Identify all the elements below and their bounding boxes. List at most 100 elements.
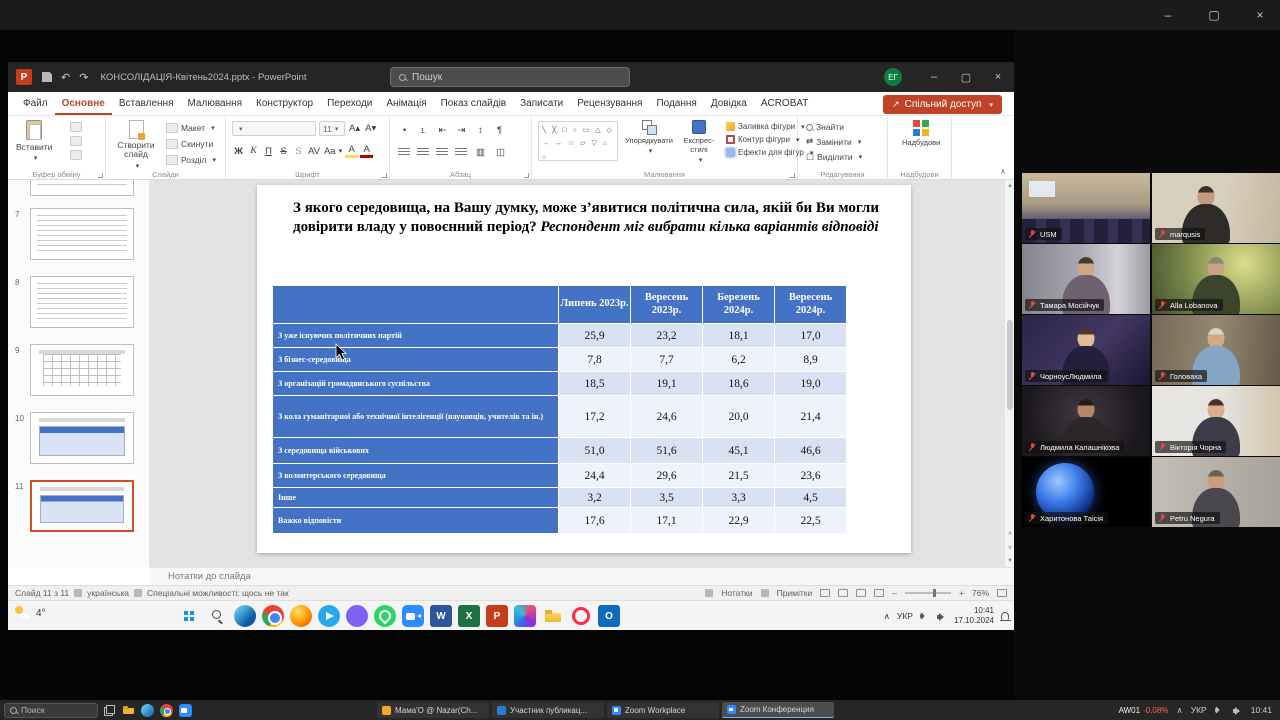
find-button[interactable]: Знайти	[806, 122, 862, 132]
firefox-icon[interactable]	[290, 605, 312, 627]
tab-file[interactable]: Файл	[16, 92, 55, 115]
tab-design[interactable]: Конструктор	[249, 92, 320, 115]
strikethrough-button[interactable]: S	[277, 144, 290, 158]
participant-tile-alla[interactable]: Alla Lobanova	[1152, 244, 1280, 314]
zoom-level[interactable]: 76%	[972, 588, 989, 598]
excel-icon[interactable]	[458, 605, 480, 627]
zoom-in-icon[interactable]: +	[959, 588, 964, 598]
slide-thumbnail-8[interactable]	[30, 276, 134, 328]
save-icon[interactable]	[42, 72, 52, 82]
hidden-icons-chevron-icon[interactable]: ∧	[1176, 705, 1182, 716]
select-button[interactable]: ▢Виділити	[806, 151, 862, 162]
shapes-gallery[interactable]: ╲ ╳ □ ○ ▭ △ ◇→ ↔ ☆ ▱ ▽ ⌂ ○	[538, 121, 618, 161]
fit-to-window-icon[interactable]	[997, 589, 1007, 597]
window-button-zoom-workplace[interactable]: Zoom Workplace	[607, 702, 719, 718]
layout-button[interactable]: Макет	[166, 123, 216, 133]
quick-styles-button[interactable]: Експрес-стилі	[676, 120, 722, 164]
line-spacing-icon[interactable]: ↕	[474, 123, 487, 137]
underline-button[interactable]: П	[262, 144, 275, 158]
change-case-button[interactable]: Aa	[323, 144, 343, 158]
grow-font-icon[interactable]: A▴	[348, 122, 361, 136]
cut-icon[interactable]	[70, 122, 82, 132]
slide-thumbnail-9[interactable]	[30, 344, 134, 396]
text-shadow-button[interactable]: S	[292, 144, 305, 158]
participant-tile-petru[interactable]: Petru Negura	[1152, 457, 1280, 527]
highlight-color-button[interactable]: А	[345, 144, 358, 158]
undo-icon[interactable]: ↶	[61, 71, 70, 84]
dialog-launcher-icon[interactable]	[790, 173, 795, 178]
close-icon[interactable]: ×	[1252, 8, 1268, 22]
numbering-icon[interactable]: 1.	[417, 123, 430, 137]
replace-button[interactable]: ⇄Замінити	[806, 136, 862, 147]
edge-icon[interactable]	[141, 704, 154, 717]
notes-bar[interactable]: Нотатки до слайда	[150, 567, 1014, 585]
next-slide-icon[interactable]: ∨	[1005, 541, 1014, 553]
italic-button[interactable]: К	[247, 144, 260, 158]
addins-button[interactable]: Надбудови	[902, 120, 940, 147]
language-indicator[interactable]: УКР	[897, 611, 913, 621]
tab-transitions[interactable]: Переходи	[320, 92, 379, 115]
file-explorer-icon[interactable]	[122, 704, 135, 717]
smartart-convert-icon[interactable]: ◫	[494, 145, 507, 159]
notifications-icon[interactable]	[1001, 612, 1009, 620]
tab-insert[interactable]: Вставлення	[112, 92, 181, 115]
reset-button[interactable]: Скинути	[166, 139, 216, 149]
character-spacing-button[interactable]: AV	[307, 144, 321, 158]
account-avatar[interactable]: ЕГ	[884, 68, 902, 86]
window-button-zoom-meeting[interactable]: Zoom Конференция	[722, 702, 834, 718]
time-label[interactable]: 10:41	[1251, 705, 1272, 715]
participant-tile-usm[interactable]: USM	[1022, 173, 1150, 243]
reading-view-icon[interactable]	[856, 589, 866, 597]
slide[interactable]: З якого середовища, на Вашу думку, може …	[257, 185, 911, 553]
columns-icon[interactable]: ▥	[474, 145, 487, 159]
section-button[interactable]: Розділ	[166, 155, 216, 165]
font-size-select[interactable]: 11	[319, 121, 345, 136]
minimize-icon[interactable]: –	[1160, 8, 1176, 22]
whatsapp-icon[interactable]	[374, 605, 396, 627]
justify-icon[interactable]	[455, 148, 467, 157]
edge-icon[interactable]	[234, 605, 256, 627]
window-button-document[interactable]: Участник публикац...	[492, 702, 604, 718]
scrollbar-thumb[interactable]	[1007, 320, 1013, 410]
zoom-icon[interactable]	[402, 605, 424, 627]
canvas-scrollbar[interactable]: ▲ ∧ ∨ ▼	[1004, 180, 1014, 567]
new-slide-button[interactable]: Створити слайд	[112, 120, 160, 170]
slide-thumbnail-10[interactable]	[30, 412, 134, 464]
ppt-minimize-icon[interactable]: –	[918, 62, 950, 92]
align-center-icon[interactable]	[417, 148, 429, 157]
zoom-icon[interactable]	[179, 704, 192, 717]
file-explorer-icon[interactable]	[542, 605, 564, 627]
align-left-icon[interactable]	[398, 148, 410, 157]
slide-sorter-view-icon[interactable]	[838, 589, 848, 597]
speaker-icon[interactable]	[1233, 706, 1243, 715]
outlook-icon[interactable]	[598, 605, 620, 627]
participant-tile-tamara[interactable]: Тамара Мосійчук	[1022, 244, 1150, 314]
increase-indent-icon[interactable]: ⇥	[455, 123, 468, 137]
tab-record[interactable]: Записати	[513, 92, 570, 115]
ppt-close-icon[interactable]: ×	[982, 62, 1014, 92]
text-direction-icon[interactable]: ¶	[493, 123, 506, 137]
align-right-icon[interactable]	[436, 148, 448, 157]
slide-thumbnail-partial[interactable]	[30, 180, 134, 196]
collapse-ribbon-icon[interactable]: ∧	[1000, 167, 1006, 176]
tab-help[interactable]: Довідка	[704, 92, 754, 115]
network-icon[interactable]	[1215, 705, 1225, 715]
slide-thumbnail-7[interactable]	[30, 208, 134, 260]
dialog-launcher-icon[interactable]	[382, 173, 387, 178]
paste-button[interactable]: Вставити	[16, 120, 52, 162]
language-indicator[interactable]: УКР	[1191, 705, 1207, 715]
scroll-up-icon[interactable]: ▲	[1005, 180, 1014, 192]
search-icon[interactable]	[206, 605, 228, 627]
zoom-out-icon[interactable]: –	[892, 588, 897, 598]
window-button-messenger[interactable]: Мама'О @ Nazar(Ch...	[377, 702, 489, 718]
tab-acrobat[interactable]: ACROBAT	[754, 92, 816, 115]
tab-review[interactable]: Рецензування	[570, 92, 649, 115]
taskbar-search-box[interactable]: Поиск	[4, 703, 98, 718]
task-view-icon[interactable]	[103, 704, 116, 717]
bullets-icon[interactable]: •	[398, 123, 411, 137]
weather-widget[interactable]: 4°	[15, 606, 46, 620]
scroll-down-icon[interactable]: ▼	[1005, 555, 1014, 567]
tab-animations[interactable]: Анімація	[379, 92, 433, 115]
normal-view-icon[interactable]	[820, 589, 830, 597]
telegram-icon[interactable]	[318, 605, 340, 627]
